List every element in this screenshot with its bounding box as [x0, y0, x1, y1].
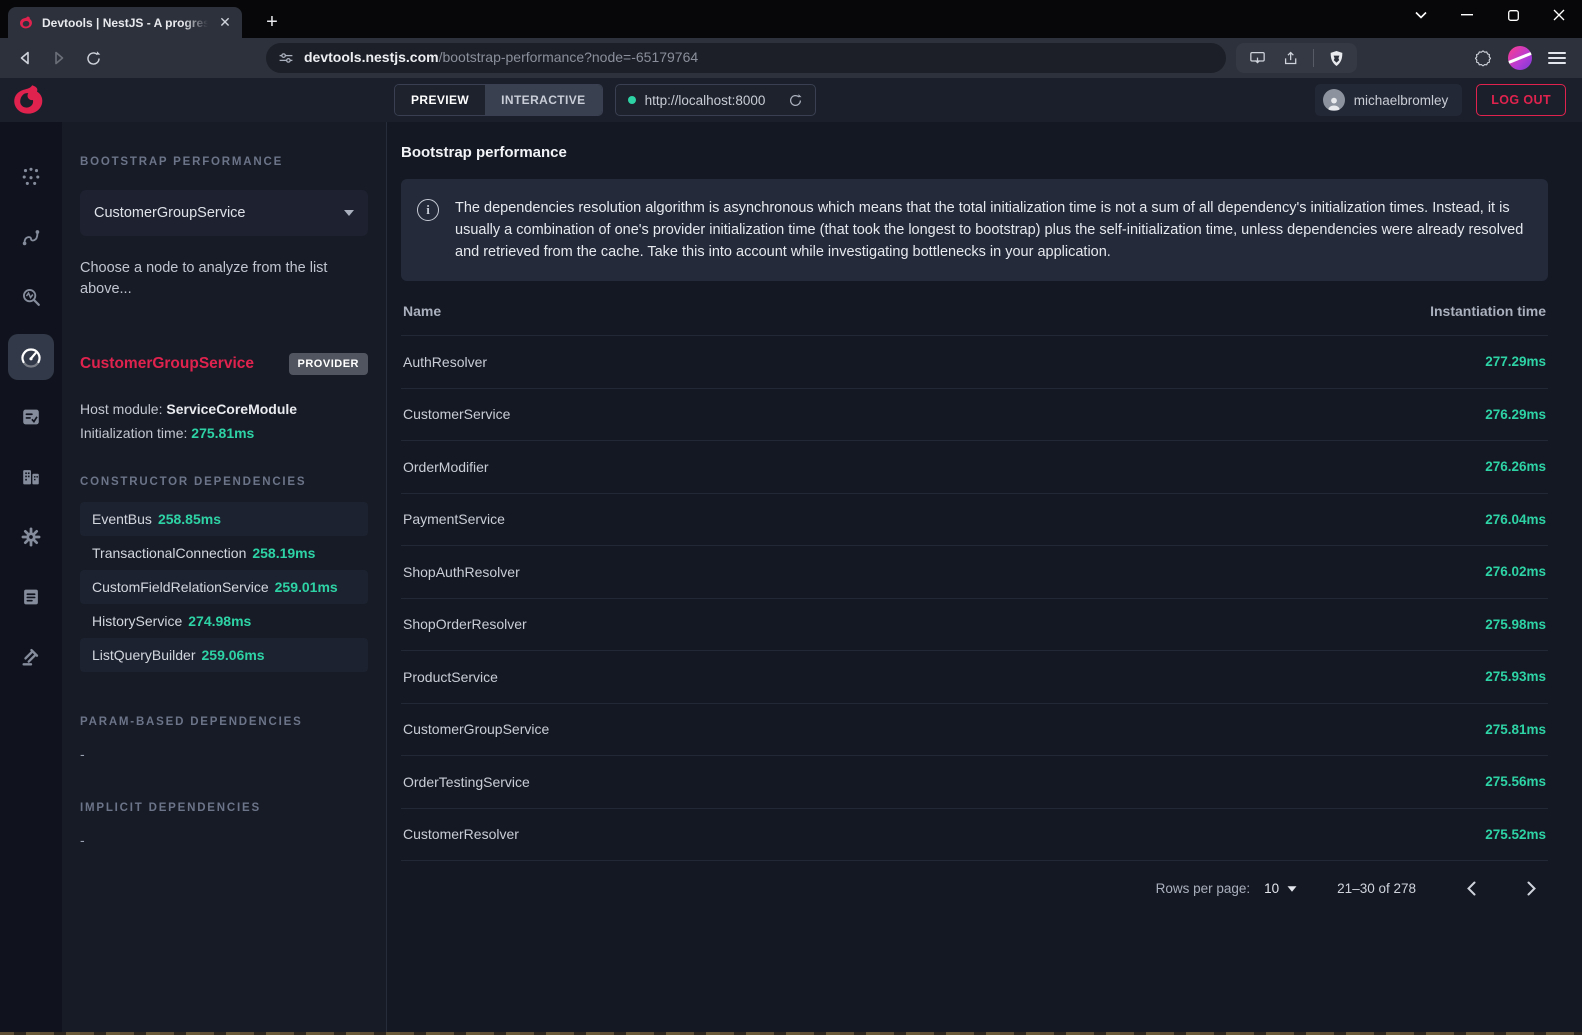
reading-list-icon[interactable] [1242, 43, 1272, 73]
brave-shield-icon[interactable] [1321, 43, 1351, 73]
performance-table: Name Instantiation time AuthResolver 277… [401, 287, 1548, 916]
table-body: AuthResolver 277.29ms CustomerService 27… [401, 335, 1548, 860]
table-row[interactable]: OrderModifier 276.26ms [401, 440, 1548, 493]
forward-button[interactable] [44, 43, 74, 73]
init-time-value: 275.81ms [191, 425, 254, 441]
browser-profile-avatar[interactable] [1508, 46, 1532, 70]
nav-audit-icon[interactable] [8, 634, 54, 680]
node-select-value: CustomerGroupService [94, 205, 246, 221]
constructor-deps-list: EventBus 258.85ms TransactionalConnectio… [80, 502, 368, 672]
dependency-row[interactable]: CustomFieldRelationService 259.01ms [80, 570, 368, 604]
table-row[interactable]: ProductService 275.93ms [401, 650, 1548, 703]
preview-tab[interactable]: PREVIEW [395, 85, 485, 115]
app-header: PREVIEW INTERACTIVE http://localhost:800… [0, 78, 1582, 122]
page-title: Bootstrap performance [401, 144, 1548, 161]
nav-settings-icon[interactable] [8, 514, 54, 560]
column-name: Name [403, 303, 441, 319]
browser-tab[interactable]: Devtools | NestJS - A progressive ✕ [8, 7, 242, 38]
target-url: http://localhost:8000 [645, 93, 766, 108]
provider-badge: PROVIDER [289, 353, 368, 375]
nav-rail [0, 122, 62, 1032]
dependency-row[interactable]: TransactionalConnection 258.19ms [80, 536, 368, 570]
chevron-down-icon [1288, 886, 1297, 891]
table-row[interactable]: ShopAuthResolver 276.02ms [401, 545, 1548, 598]
window-maximize-button[interactable] [1490, 0, 1536, 30]
implicit-deps-empty: - [80, 832, 368, 848]
back-button[interactable] [10, 43, 40, 73]
share-icon[interactable] [1276, 43, 1306, 73]
init-time-label: Initialization time: [80, 425, 191, 441]
chevron-down-icon [344, 210, 354, 216]
rows-per-page-select[interactable]: 10 [1264, 881, 1297, 896]
tab-close-icon[interactable]: ✕ [216, 14, 234, 32]
table-row[interactable]: OrderTestingService 275.56ms [401, 755, 1548, 808]
table-row[interactable]: ShopOrderResolver 275.98ms [401, 598, 1548, 651]
main-content: Bootstrap performance i The dependencies… [387, 122, 1582, 1032]
extensions-icon[interactable] [1468, 43, 1498, 73]
toolbar-divider [1313, 49, 1314, 67]
window-close-button[interactable] [1536, 0, 1582, 30]
nestjs-favicon-icon [18, 15, 34, 31]
user-avatar [1323, 89, 1345, 111]
address-bar[interactable]: devtools.nestjs.com/bootstrap-performanc… [266, 43, 1226, 73]
nestjs-logo-icon [10, 82, 46, 118]
param-deps-empty: - [80, 746, 368, 762]
table-row[interactable]: CustomerGroupService 275.81ms [401, 703, 1548, 756]
dependency-row[interactable]: EventBus 258.85ms [80, 502, 368, 536]
nav-performance-icon[interactable] [8, 334, 54, 380]
table-header: Name Instantiation time [401, 287, 1548, 335]
host-module-value: ServiceCoreModule [166, 401, 297, 417]
host-module-label: Host module: [80, 401, 166, 417]
url-host: devtools.nestjs.com [304, 49, 439, 65]
table-pagination: Rows per page: 10 21–30 of 278 [401, 860, 1548, 916]
nav-routes-icon[interactable] [8, 214, 54, 260]
implicit-deps-heading: IMPLICIT DEPENDENCIES [80, 802, 368, 814]
browser-window: Devtools | NestJS - A progressive ✕ + de… [0, 0, 1582, 1035]
pagination-range: 21–30 of 278 [1337, 881, 1416, 896]
browser-titlebar: Devtools | NestJS - A progressive ✕ + [0, 0, 1582, 38]
nav-docs-icon[interactable] [8, 574, 54, 620]
nav-checklist-icon[interactable] [8, 394, 54, 440]
panel-heading: BOOTSTRAP PERFORMANCE [80, 156, 368, 168]
table-row[interactable]: PaymentService 276.04ms [401, 493, 1548, 546]
table-row[interactable]: AuthResolver 277.29ms [401, 335, 1548, 388]
new-tab-button[interactable]: + [258, 9, 286, 35]
user-chip[interactable]: michaelbromley [1315, 84, 1463, 116]
nav-modules-icon[interactable] [8, 454, 54, 500]
browser-toolbar: devtools.nestjs.com/bootstrap-performanc… [0, 38, 1582, 78]
selected-node-name: CustomerGroupService [80, 355, 254, 373]
info-icon: i [417, 199, 439, 221]
logout-button[interactable]: LOG OUT [1476, 84, 1566, 116]
tab-title: Devtools | NestJS - A progressive [42, 16, 208, 30]
nav-graph-icon[interactable] [8, 154, 54, 200]
browser-menu-icon[interactable] [1542, 43, 1572, 73]
url-path: /bootstrap-performance?node=-65179764 [439, 49, 699, 65]
node-select-hint: Choose a node to analyze from the list a… [80, 258, 368, 301]
target-url-chip[interactable]: http://localhost:8000 [615, 84, 817, 116]
site-settings-icon[interactable] [278, 50, 294, 66]
column-instantiation-time: Instantiation time [1430, 303, 1546, 319]
tab-search-chevron-icon[interactable] [1398, 0, 1444, 30]
dependency-row[interactable]: HistoryService 274.98ms [80, 604, 368, 638]
window-minimize-button[interactable] [1444, 0, 1490, 30]
bootstrap-side-panel: BOOTSTRAP PERFORMANCE CustomerGroupServi… [62, 122, 387, 1032]
info-callout: i The dependencies resolution algorithm … [401, 179, 1548, 281]
node-select[interactable]: CustomerGroupService [80, 190, 368, 236]
table-row[interactable]: CustomerResolver 275.52ms [401, 808, 1548, 861]
param-deps-heading: PARAM-BASED DEPENDENCIES [80, 716, 368, 728]
dependency-row[interactable]: ListQueryBuilder 259.06ms [80, 638, 368, 672]
constructor-deps-heading: CONSTRUCTOR DEPENDENCIES [80, 476, 368, 488]
rows-per-page-label: Rows per page: [1156, 881, 1251, 896]
connection-status-dot [628, 96, 636, 104]
next-page-button[interactable] [1514, 872, 1548, 906]
reload-button[interactable] [78, 43, 108, 73]
interactive-tab[interactable]: INTERACTIVE [485, 85, 601, 115]
mode-toggle: PREVIEW INTERACTIVE [394, 84, 603, 116]
refresh-target-icon[interactable] [788, 93, 803, 108]
info-text: The dependencies resolution algorithm is… [455, 197, 1528, 263]
table-row[interactable]: CustomerService 276.29ms [401, 388, 1548, 441]
nav-insights-icon[interactable] [8, 274, 54, 320]
previous-page-button[interactable] [1454, 872, 1488, 906]
username: michaelbromley [1354, 93, 1449, 108]
